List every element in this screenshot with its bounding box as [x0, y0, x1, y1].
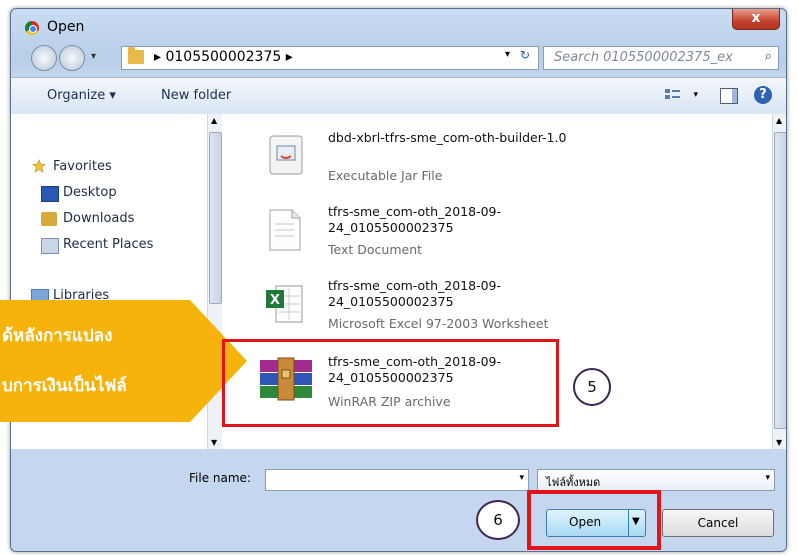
- nav-recent-places[interactable]: Recent Places: [63, 237, 153, 252]
- file-name: dbd-xbrl-tfrs-sme_com-oth-builder-1.0: [328, 130, 567, 145]
- file-type-dropdown-icon[interactable]: ▾: [765, 473, 770, 483]
- change-view-icon[interactable]: [664, 87, 682, 105]
- nav-favorites[interactable]: Favorites: [53, 159, 112, 174]
- file-name: tfrs-sme_com-oth_2018-09-24_010550000237…: [328, 204, 501, 235]
- file-type-select[interactable]: ไฟล์ทั้งหมด ▾: [537, 469, 775, 491]
- file-type: Executable Jar File: [328, 168, 443, 183]
- view-dropdown-icon[interactable]: ▾: [693, 90, 698, 100]
- window-title: Open: [47, 19, 85, 35]
- command-bar: Organize ▾ New folder ▾ ?: [11, 77, 786, 115]
- file-name: tfrs-sme_com-oth_2018-09-24_010550000237…: [328, 278, 501, 309]
- step-5-badge: 5: [573, 368, 611, 406]
- search-placeholder: Search 0105500002375_ex: [554, 50, 733, 65]
- callout-line-1: ด้หลังการแปลง: [2, 326, 113, 346]
- file-type: Text Document: [328, 242, 423, 257]
- callout-line-2: บการเงินเป็นไฟล์: [2, 376, 127, 396]
- file-name-input[interactable]: ▾: [265, 469, 529, 491]
- step-6-badge: 6: [476, 500, 520, 540]
- file-item[interactable]: dbd-xbrl-tfrs-sme_com-oth-builder-1.0 Ex…: [250, 130, 590, 196]
- breadcrumb[interactable]: ▸ 0105500002375 ▸: [154, 49, 293, 65]
- file-item[interactable]: tfrs-sme_com-oth_2018-09-24_010550000237…: [250, 204, 590, 270]
- organize-button[interactable]: Organize ▾: [47, 88, 116, 103]
- file-name-label: File name:: [189, 471, 251, 485]
- folder-icon: [128, 47, 144, 64]
- chrome-icon: [25, 21, 39, 35]
- forward-button[interactable]: [59, 45, 85, 71]
- close-button[interactable]: x: [732, 9, 780, 30]
- downloads-icon: [41, 212, 57, 226]
- star-icon: [32, 159, 46, 173]
- address-row: ▾ ▸ 0105500002375 ▸ ▾ ↻ Search 010550000…: [11, 43, 786, 75]
- text-document-icon: [269, 209, 301, 251]
- back-button[interactable]: [31, 45, 57, 71]
- file-scroll-thumb[interactable]: [774, 132, 786, 429]
- address-dropdown-icon[interactable]: ▾: [505, 49, 510, 60]
- scroll-down-icon[interactable]: ▼: [211, 438, 217, 447]
- file-list-scrollbar[interactable]: ▲ ▼: [772, 114, 786, 449]
- desktop-icon: [41, 186, 59, 202]
- recent-locations-chevron-icon[interactable]: ▾: [91, 51, 96, 62]
- search-input[interactable]: Search 0105500002375_ex ⌕: [543, 46, 779, 70]
- file-type: Microsoft Excel 97-2003 Worksheet: [328, 316, 549, 331]
- recent-places-icon: [41, 238, 59, 254]
- scroll-up-icon[interactable]: ▲: [776, 116, 782, 125]
- highlight-box-step-6: [527, 490, 661, 550]
- file-type-value: ไฟล์ทั้งหมด: [546, 476, 601, 489]
- open-dialog: Open x ▾ ▸ 0105500002375 ▸ ▾ ↻ Search 01…: [10, 8, 787, 552]
- svg-text:X: X: [270, 293, 280, 308]
- jar-file-icon: [269, 135, 303, 175]
- nav-scroll-thumb[interactable]: [209, 132, 222, 304]
- nav-desktop[interactable]: Desktop: [63, 185, 117, 200]
- file-name-dropdown-icon[interactable]: ▾: [519, 473, 524, 483]
- file-item[interactable]: X tfrs-sme_com-oth_2018-09-24_0105500002…: [250, 278, 590, 344]
- dialog-footer: File name: ▾ ไฟล์ทั้งหมด ▾ Open ▼ Cancel: [11, 449, 786, 551]
- excel-icon: X: [266, 285, 303, 323]
- scroll-up-icon[interactable]: ▲: [211, 116, 217, 125]
- cancel-button[interactable]: Cancel: [662, 509, 774, 537]
- title-bar: Open x: [11, 9, 786, 43]
- scroll-down-icon[interactable]: ▼: [776, 438, 782, 447]
- nav-downloads[interactable]: Downloads: [63, 211, 134, 226]
- refresh-icon[interactable]: ↻: [514, 48, 536, 66]
- help-icon[interactable]: ?: [754, 86, 772, 104]
- address-bar[interactable]: ▸ 0105500002375 ▸ ▾ ↻: [121, 46, 539, 70]
- highlight-box-step-5: [222, 339, 559, 427]
- search-icon[interactable]: ⌕: [765, 49, 772, 64]
- preview-pane-icon[interactable]: [720, 88, 738, 104]
- new-folder-button[interactable]: New folder: [161, 88, 231, 103]
